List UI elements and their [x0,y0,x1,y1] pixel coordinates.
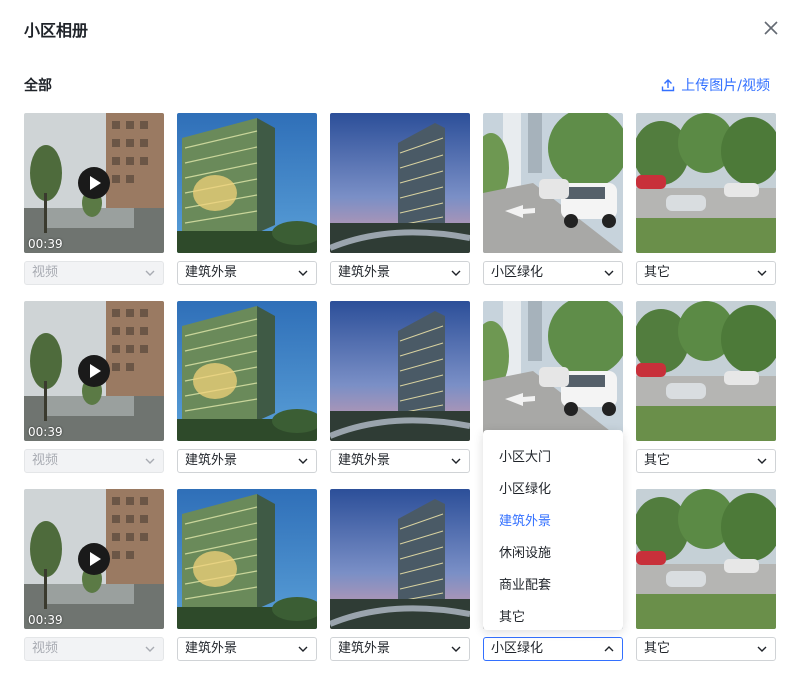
play-icon[interactable] [78,355,110,387]
category-select-value: 其它 [644,265,671,280]
category-select[interactable]: 其它 [636,261,776,285]
chevron-down-icon [298,270,308,276]
dropdown-option[interactable]: 小区大门 [499,446,551,465]
category-select[interactable]: 建筑外景 [330,637,470,661]
photo-thumbnail[interactable] [636,113,776,253]
chevron-down-icon [298,646,308,652]
photo-thumbnail[interactable] [330,113,470,253]
chevron-down-icon [451,646,461,652]
category-select[interactable]: 其它 [636,637,776,661]
chevron-down-icon [757,270,767,276]
category-select[interactable]: 其它 [636,449,776,473]
chevron-down-icon [145,646,155,652]
category-select-value: 建筑外景 [185,453,238,468]
category-select-value: 其它 [644,641,671,656]
dropdown-option[interactable]: 商业配套 [499,574,551,593]
category-select[interactable]: 建筑外景 [177,261,317,285]
category-select-value: 其它 [644,453,671,468]
play-icon[interactable] [78,543,110,575]
category-select: 视频 [24,637,164,661]
photo-thumbnail[interactable] [177,301,317,441]
video-duration: 00:39 [28,237,63,251]
photo-thumbnail[interactable] [177,113,317,253]
play-icon[interactable] [78,167,110,199]
category-select-value: 建筑外景 [338,265,391,280]
category-select-value: 建筑外景 [338,453,391,468]
chevron-down-icon [757,458,767,464]
photo-thumbnail[interactable] [483,113,623,253]
chevron-down-icon [145,458,155,464]
photo-thumbnail[interactable] [483,301,623,441]
video-duration: 00:39 [28,425,63,439]
chevron-down-icon [451,458,461,464]
category-select-value: 小区绿化 [491,265,544,280]
category-select-value: 小区绿化 [491,641,544,656]
chevron-down-icon [604,270,614,276]
category-dropdown-menu: 小区大门小区绿化建筑外景休闲设施商业配套其它 [483,430,623,630]
video-thumbnail[interactable]: 00:39 [24,113,164,253]
category-select-value: 视频 [32,453,59,468]
category-select-value: 视频 [32,265,59,280]
chevron-down-icon [451,270,461,276]
category-select-value: 建筑外景 [338,641,391,656]
category-select: 视频 [24,449,164,473]
video-thumbnail[interactable]: 00:39 [24,489,164,629]
category-select-value: 建筑外景 [185,265,238,280]
dropdown-option[interactable]: 休闲设施 [499,542,551,561]
dialog-title: 小区相册 [24,21,89,40]
category-select: 视频 [24,261,164,285]
video-thumbnail[interactable]: 00:39 [24,301,164,441]
upload-icon [662,79,675,92]
category-select-value: 建筑外景 [185,641,238,656]
category-select[interactable]: 小区绿化 [483,261,623,285]
photo-thumbnail[interactable] [330,301,470,441]
close-icon[interactable] [762,19,780,37]
photo-thumbnail[interactable] [177,489,317,629]
chevron-up-icon [604,646,614,652]
category-select[interactable]: 建筑外景 [330,261,470,285]
dropdown-option[interactable]: 小区绿化 [499,478,551,497]
category-select[interactable]: 建筑外景 [177,637,317,661]
category-select[interactable]: 建筑外景 [177,449,317,473]
photo-thumbnail[interactable] [636,301,776,441]
category-select[interactable]: 建筑外景 [330,449,470,473]
category-select[interactable]: 小区绿化 [483,637,623,661]
dropdown-option[interactable]: 其它 [499,606,525,625]
category-select-value: 视频 [32,641,59,656]
chevron-down-icon [298,458,308,464]
chevron-down-icon [757,646,767,652]
photo-thumbnail[interactable] [636,489,776,629]
photo-thumbnail[interactable] [330,489,470,629]
chevron-down-icon [145,270,155,276]
upload-button[interactable]: 上传图片/视频 [661,75,770,95]
video-duration: 00:39 [28,613,63,627]
section-title: 全部 [24,78,52,94]
dropdown-option[interactable]: 建筑外景 [499,510,551,529]
upload-label: 上传图片/视频 [681,78,770,94]
